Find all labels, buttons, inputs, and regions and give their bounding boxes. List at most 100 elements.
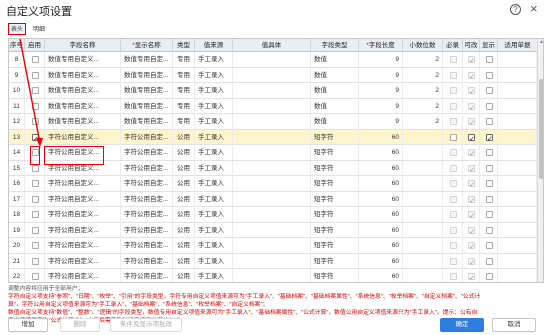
type-cell[interactable]: 公用 <box>173 269 195 282</box>
editable-checkbox[interactable] <box>468 256 475 269</box>
apply-doc-cell[interactable] <box>498 191 537 207</box>
value-detail-cell[interactable] <box>233 269 311 282</box>
type-cell[interactable]: 公用 <box>173 176 195 191</box>
col-decimals[interactable]: 小数位数 <box>403 39 443 52</box>
show-checkbox[interactable] <box>486 273 493 280</box>
field-name-cell[interactable]: 数值专用自定义... <box>45 114 121 129</box>
enable-checkbox[interactable] <box>32 226 39 234</box>
field-type-cell[interactable]: 短字符 <box>311 238 359 253</box>
display-name-cell[interactable]: 字符公用自定... <box>121 176 173 191</box>
type-cell[interactable]: 专用 <box>173 52 195 67</box>
vertical-scrollbar[interactable]: ▲ <box>537 39 543 282</box>
table-row[interactable]: 9 数值专用自定义... 数值专用自定... 专用 手工录入 数值 9 2 <box>9 67 537 83</box>
editable-checkbox[interactable] <box>468 132 475 145</box>
value-source-cell[interactable]: 手工录入 <box>195 145 233 160</box>
field-length-cell[interactable]: 60 <box>359 253 403 269</box>
editable-checkbox[interactable] <box>468 116 475 129</box>
close-icon[interactable]: × <box>530 1 538 16</box>
field-length-cell[interactable]: 60 <box>359 176 403 191</box>
value-source-cell[interactable]: 手工录入 <box>195 129 233 145</box>
row-seq[interactable]: 13 <box>9 129 25 145</box>
field-type-cell[interactable]: 短字符 <box>311 160 359 176</box>
display-name-cell[interactable]: 字符公用自定... <box>121 160 173 176</box>
col-field-type[interactable]: 字段类型 <box>311 39 359 52</box>
field-name-cell[interactable]: 字符公用自定义... <box>45 207 121 222</box>
field-length-cell[interactable]: 9 <box>359 83 403 98</box>
row-seq[interactable]: 14 <box>9 145 25 160</box>
field-length-cell[interactable]: 60 <box>359 207 403 222</box>
row-seq[interactable]: 20 <box>9 238 25 253</box>
value-detail-cell[interactable] <box>233 67 311 83</box>
field-name-cell[interactable]: 字符公用自定义... <box>45 191 121 207</box>
value-detail-cell[interactable] <box>233 129 311 145</box>
type-cell[interactable]: 专用 <box>173 83 195 98</box>
editable-checkbox[interactable] <box>468 194 475 207</box>
row-seq[interactable]: 21 <box>9 253 25 269</box>
editable-checkbox[interactable] <box>468 101 475 114</box>
help-icon[interactable]: ? <box>510 4 521 15</box>
field-type-cell[interactable]: 数值 <box>311 83 359 98</box>
field-length-cell[interactable]: 60 <box>359 129 403 145</box>
apply-doc-cell[interactable] <box>498 253 537 269</box>
scroll-thumb[interactable] <box>539 79 543 179</box>
field-length-cell[interactable]: 60 <box>359 145 403 160</box>
decimals-cell[interactable] <box>403 238 443 253</box>
field-type-cell[interactable]: 数值 <box>311 67 359 83</box>
table-row[interactable]: 12 数值专用自定义... 数值专用自定... 专用 手工录入 数值 9 2 <box>9 114 537 130</box>
value-source-cell[interactable]: 手工录入 <box>195 67 233 83</box>
field-name-cell[interactable]: 数值专用自定义... <box>45 83 121 98</box>
field-length-cell[interactable]: 60 <box>359 160 403 176</box>
delete-button[interactable]: 删除 <box>60 318 100 332</box>
display-name-cell[interactable]: 字符公用自定... <box>121 129 173 145</box>
value-source-cell[interactable]: 手工录入 <box>195 176 233 191</box>
show-checkbox[interactable] <box>486 56 493 63</box>
apply-doc-cell[interactable] <box>498 67 537 83</box>
apply-doc-cell[interactable] <box>498 52 537 67</box>
display-name-cell[interactable]: 数值专用自定... <box>121 67 173 83</box>
required-checkbox[interactable] <box>450 273 457 280</box>
editable-checkbox[interactable] <box>468 240 475 253</box>
editable-checkbox[interactable] <box>468 147 475 160</box>
decimals-cell[interactable] <box>403 207 443 222</box>
col-type[interactable]: 类型 <box>173 39 195 52</box>
value-detail-cell[interactable] <box>233 145 311 160</box>
value-source-cell[interactable]: 手工录入 <box>195 83 233 98</box>
apply-doc-cell[interactable] <box>498 114 537 129</box>
col-apply-doc[interactable]: 适用单据 <box>498 39 537 52</box>
col-field-name[interactable]: 字段名称 <box>45 39 121 52</box>
field-length-cell[interactable]: 60 <box>359 269 403 282</box>
field-length-cell[interactable]: 60 <box>359 222 403 238</box>
required-checkbox[interactable] <box>450 226 457 234</box>
apply-doc-cell[interactable] <box>498 98 537 114</box>
display-name-cell[interactable]: 字符公用自定... <box>121 238 173 253</box>
required-checkbox[interactable] <box>450 102 457 110</box>
table-row[interactable]: 8 数值专用自定义... 数值专用自定... 专用 手工录入 数值 9 2 <box>9 52 537 68</box>
apply-doc-cell[interactable] <box>498 145 537 160</box>
value-detail-cell[interactable] <box>233 238 311 253</box>
show-checkbox[interactable] <box>486 242 493 249</box>
row-seq[interactable]: 9 <box>9 67 25 83</box>
show-checkbox[interactable] <box>486 226 493 234</box>
field-type-cell[interactable]: 短字符 <box>311 191 359 207</box>
col-field-length[interactable]: *字段长度 <box>359 39 403 52</box>
value-detail-cell[interactable] <box>233 160 311 176</box>
decimals-cell[interactable] <box>403 191 443 207</box>
table-row[interactable]: 16 字符公用自定义... 字符公用自定... 公用 手工录入 短字符 60 <box>9 176 537 192</box>
decimals-cell[interactable]: 2 <box>403 52 443 67</box>
value-detail-cell[interactable] <box>233 176 311 191</box>
required-checkbox[interactable] <box>450 118 457 125</box>
field-type-cell[interactable]: 数值 <box>311 98 359 114</box>
table-row[interactable]: 19 字符公用自定义... 字符公用自定... 公用 手工录入 短字符 60 <box>9 222 537 238</box>
value-source-cell[interactable]: 手工录入 <box>195 269 233 282</box>
decimals-cell[interactable] <box>403 145 443 160</box>
table-row[interactable]: 10 数值专用自定义... 数值专用自定... 专用 手工录入 数值 9 2 <box>9 83 537 99</box>
display-name-cell[interactable]: 数值专用自定... <box>121 83 173 98</box>
row-seq[interactable]: 22 <box>9 269 25 282</box>
enable-checkbox[interactable] <box>32 102 39 110</box>
apply-doc-cell[interactable] <box>498 207 537 222</box>
show-checkbox[interactable] <box>486 180 493 187</box>
required-checkbox[interactable] <box>450 195 457 203</box>
field-length-cell[interactable]: 9 <box>359 98 403 114</box>
field-name-cell[interactable]: 字符公用自定义... <box>45 176 121 191</box>
required-checkbox[interactable] <box>450 257 457 265</box>
